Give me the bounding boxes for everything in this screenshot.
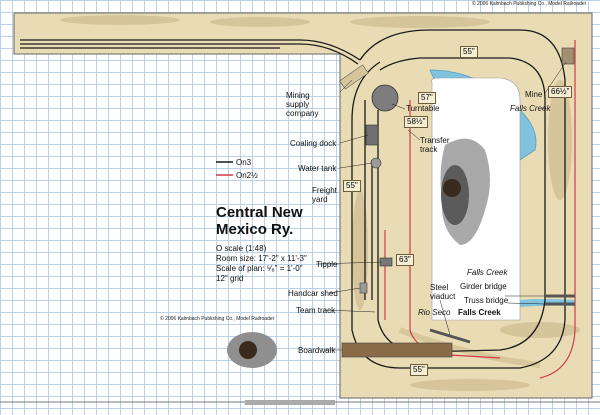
radius-63: 63" [396,254,414,266]
scale-text: O scale (1:48) [216,244,267,253]
label-truss-bridge: Truss bridge [464,296,509,305]
turntable [371,84,399,112]
person-head [443,179,461,197]
radius-57: 57" [418,92,436,104]
label-girder-bridge: Girder bridge [460,282,507,291]
handcar-shed [359,282,368,294]
plan-title: Central New Mexico Ry. [216,204,303,238]
mine-building [561,47,575,65]
radius-66-half: 66½" [548,86,573,98]
label-mining-supply: Mining supply company [286,91,319,118]
label-handcar-shed: Handcar shed [288,289,338,298]
copyright-mid: © 2006 Kalmbach Publishing Co., Model Ra… [160,316,275,322]
boardwalk [341,342,453,358]
track-plan: © 2006 Kalmbach Publishing Co., Model Ra… [0,0,600,415]
plan-scale-text: Scale of plan: ⁵⁄₈" = 1'-0" [216,264,303,273]
radius-55-bottom: 55" [410,364,428,376]
legend-on3: On3 [236,158,252,167]
title-line-1: Central New [216,204,303,221]
water-tank [370,157,382,169]
label-steel-viaduct: Steel viaduct [430,283,456,301]
room-size-text: Room size: 17'-2" x 11'-3" [216,254,307,263]
label-transfer-track: Transfer track [420,136,450,154]
label-turntable: Turntable [406,104,440,113]
room-door [245,400,335,405]
title-line-2: Mexico Ry. [216,221,294,238]
label-coaling-dock: Coaling dock [290,139,337,148]
label-falls-creek-town: Falls Creek [458,308,501,317]
label-boardwalk: Boardwalk [298,346,336,355]
label-water-tank: Water tank [298,164,337,173]
radius-55-left: 55" [343,180,361,192]
radius-58-half: 58½" [404,116,429,128]
label-falls-creek-top: Falls Creek [510,104,551,113]
label-mine: Mine [525,90,543,99]
label-tipple: Tipple [316,260,338,269]
person-head-2 [239,341,257,359]
radius-55-top: 55" [460,46,478,58]
label-freight-yard: Freight yard [312,186,337,204]
legend-on2half: On2½ [236,171,258,180]
grid-text: 12" grid [216,274,244,283]
label-rio-seco: Rio Seco [418,308,451,317]
copyright-top: © 2006 Kalmbach Publishing Co., Model Ra… [472,1,587,7]
label-team-track: Team track [296,306,336,315]
label-falls-creek-mid: Falls Creek [467,268,508,277]
